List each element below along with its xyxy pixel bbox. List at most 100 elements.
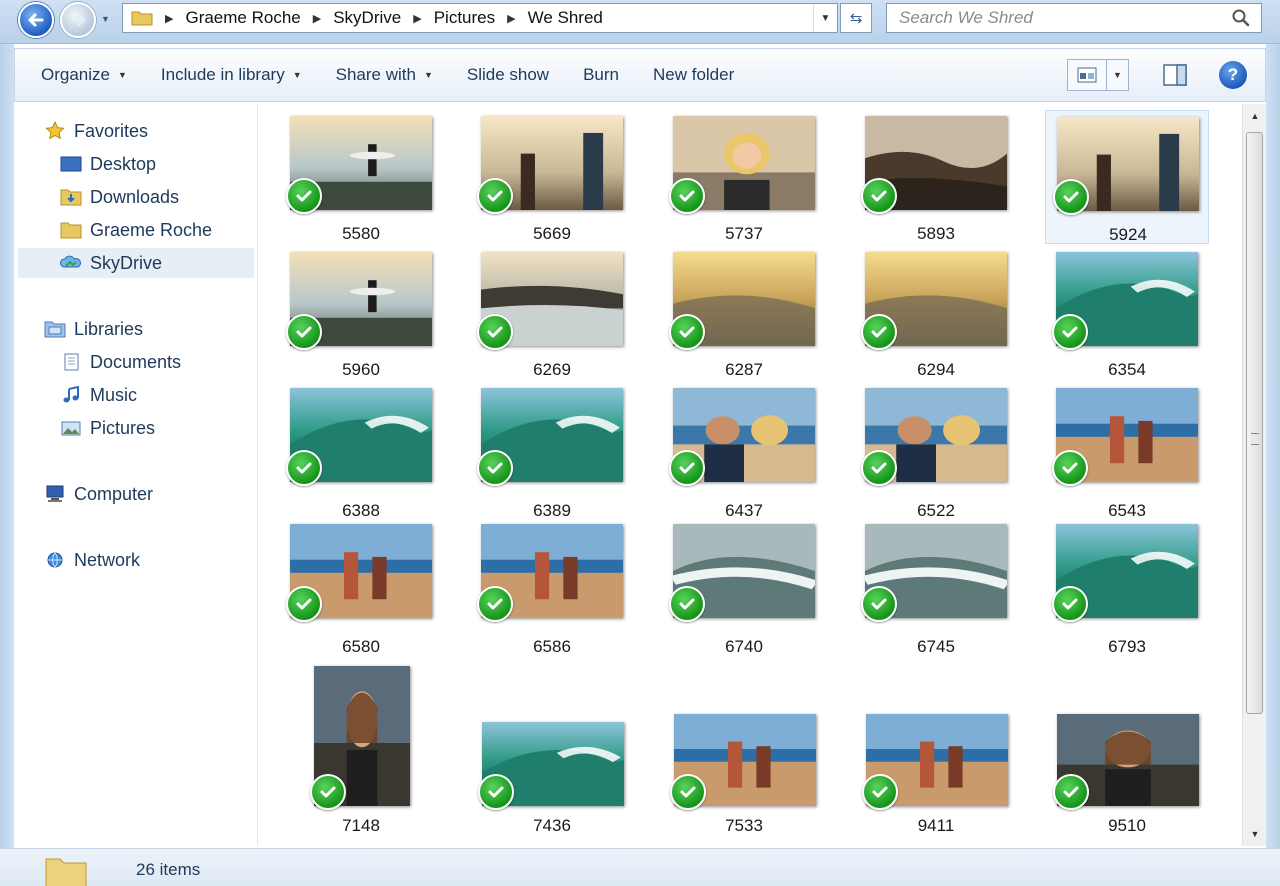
sidebar-item-label: Pictures: [90, 417, 156, 438]
sidebar-item-label: Graeme Roche: [90, 219, 213, 240]
synced-check-icon: [477, 450, 513, 486]
change-view-button[interactable]: [1067, 59, 1107, 91]
vertical-scrollbar[interactable]: ▲ ▼: [1242, 104, 1266, 846]
file-name: 6740: [725, 637, 763, 656]
scroll-thumb[interactable]: [1246, 132, 1263, 714]
breadcrumb-skydrive[interactable]: SkyDrive: [333, 8, 401, 28]
sidebar-item-documents[interactable]: Documents: [60, 347, 181, 377]
search-input[interactable]: [887, 5, 1227, 31]
file-item[interactable]: 5737: [662, 110, 826, 244]
preview-pane-button[interactable]: [1161, 61, 1189, 89]
help-button[interactable]: ?: [1219, 61, 1247, 89]
organize-button[interactable]: Organize ▼: [33, 65, 135, 85]
file-name: 6793: [1108, 637, 1146, 656]
breadcrumb-separator-icon[interactable]: ▶: [165, 12, 173, 25]
pictures-icon: [60, 418, 82, 438]
file-item[interactable]: 6389: [470, 382, 634, 520]
synced-check-icon: [670, 774, 706, 810]
file-item[interactable]: 9411: [854, 660, 1018, 840]
file-name: 5669: [533, 224, 571, 243]
breadcrumb-pictures[interactable]: Pictures: [434, 8, 495, 28]
file-item[interactable]: 6543: [1045, 382, 1209, 520]
documents-icon: [60, 352, 82, 372]
back-button[interactable]: [18, 2, 54, 38]
navigation-bar: ▼ ▶ Graeme Roche ▶ SkyDrive ▶ Pictures ▶…: [0, 0, 1280, 44]
share-with-button[interactable]: Share with ▼: [328, 65, 441, 85]
file-item[interactable]: 6437: [662, 382, 826, 520]
breadcrumb-graeme-roche[interactable]: Graeme Roche: [185, 8, 300, 28]
file-item[interactable]: 6287: [662, 246, 826, 380]
window-frame-left: [0, 44, 14, 848]
file-item[interactable]: 9510: [1045, 660, 1209, 840]
scroll-up-button[interactable]: ▲: [1243, 106, 1267, 126]
file-item[interactable]: 5893: [854, 110, 1018, 244]
search-icon[interactable]: [1231, 8, 1251, 28]
file-name: 6745: [917, 637, 955, 656]
sidebar-item-libraries[interactable]: Libraries: [44, 314, 143, 344]
chevron-down-icon: ▼: [1113, 70, 1122, 80]
synced-check-icon: [861, 314, 897, 350]
item-count: 26 items: [136, 860, 201, 879]
synced-check-icon: [478, 774, 514, 810]
file-item[interactable]: 6586: [470, 518, 634, 656]
file-item[interactable]: 6745: [854, 518, 1018, 656]
sidebar-item-desktop[interactable]: Desktop: [60, 149, 156, 179]
file-item[interactable]: 7533: [662, 660, 826, 840]
file-item[interactable]: 6354: [1045, 246, 1209, 380]
search-box: [886, 3, 1262, 33]
view-icon: [1077, 67, 1097, 83]
file-name: 5737: [725, 224, 763, 243]
burn-button[interactable]: Burn: [575, 65, 627, 85]
new-folder-button[interactable]: New folder: [645, 65, 742, 85]
sidebar-item-network[interactable]: Network: [44, 545, 140, 575]
share-with-label: Share with: [335, 65, 416, 84]
breadcrumb-we-shred[interactable]: We Shred: [528, 8, 603, 28]
file-item[interactable]: 6740: [662, 518, 826, 656]
scroll-down-button[interactable]: ▼: [1243, 824, 1267, 844]
sidebar-item-skydrive[interactable]: SkyDrive: [18, 248, 254, 278]
file-item[interactable]: 7436: [470, 660, 634, 840]
file-name: 6287: [725, 360, 763, 379]
folder-icon: [45, 858, 87, 886]
file-item[interactable]: 6793: [1045, 518, 1209, 656]
synced-check-icon: [669, 314, 705, 350]
sidebar-item-favorites[interactable]: Favorites: [44, 116, 148, 146]
breadcrumb-separator-icon[interactable]: ▶: [507, 12, 515, 25]
include-in-library-button[interactable]: Include in library ▼: [153, 65, 310, 85]
address-bar[interactable]: ▶ Graeme Roche ▶ SkyDrive ▶ Pictures ▶ W…: [122, 3, 838, 33]
command-bar: Organize ▼ Include in library ▼ Share with…: [14, 48, 1266, 102]
address-dropdown-button[interactable]: ▼: [813, 4, 837, 32]
file-item[interactable]: 5669: [470, 110, 634, 244]
file-item[interactable]: 6580: [279, 518, 443, 656]
sidebar-item-music[interactable]: Music: [60, 380, 137, 410]
recent-pages-button[interactable]: ▼: [101, 14, 113, 26]
file-name: 6269: [533, 360, 571, 379]
file-name: 7148: [342, 816, 380, 835]
breadcrumb-separator-icon[interactable]: ▶: [313, 12, 321, 25]
refresh-icon: ⇆: [849, 10, 863, 27]
organize-label: Organize: [41, 65, 110, 84]
sidebar-item-downloads[interactable]: Downloads: [60, 182, 179, 212]
file-item[interactable]: 5924: [1045, 110, 1209, 244]
refresh-button[interactable]: ⇆: [840, 3, 872, 33]
synced-check-icon: [862, 774, 898, 810]
view-options-dropdown[interactable]: ▼: [1107, 59, 1129, 91]
file-item[interactable]: 5580: [279, 110, 443, 244]
file-name: 5580: [342, 224, 380, 243]
sidebar-item-label: Documents: [90, 351, 182, 372]
synced-check-icon: [861, 450, 897, 486]
file-item[interactable]: 5960: [279, 246, 443, 380]
file-item[interactable]: 6388: [279, 382, 443, 520]
file-item[interactable]: 6294: [854, 246, 1018, 380]
sidebar-item-graeme-roche[interactable]: Graeme Roche: [60, 215, 212, 245]
chevron-down-icon: ▼: [1250, 829, 1260, 839]
sidebar-item-pictures[interactable]: Pictures: [60, 413, 155, 443]
breadcrumb-separator-icon[interactable]: ▶: [413, 12, 421, 25]
synced-check-icon: [286, 314, 322, 350]
forward-button[interactable]: [60, 2, 96, 38]
slide-show-button[interactable]: Slide show: [459, 65, 557, 85]
file-item[interactable]: 6269: [470, 246, 634, 380]
sidebar-item-computer[interactable]: Computer: [44, 479, 153, 509]
file-item[interactable]: 6522: [854, 382, 1018, 520]
file-item[interactable]: 7148: [279, 660, 443, 840]
